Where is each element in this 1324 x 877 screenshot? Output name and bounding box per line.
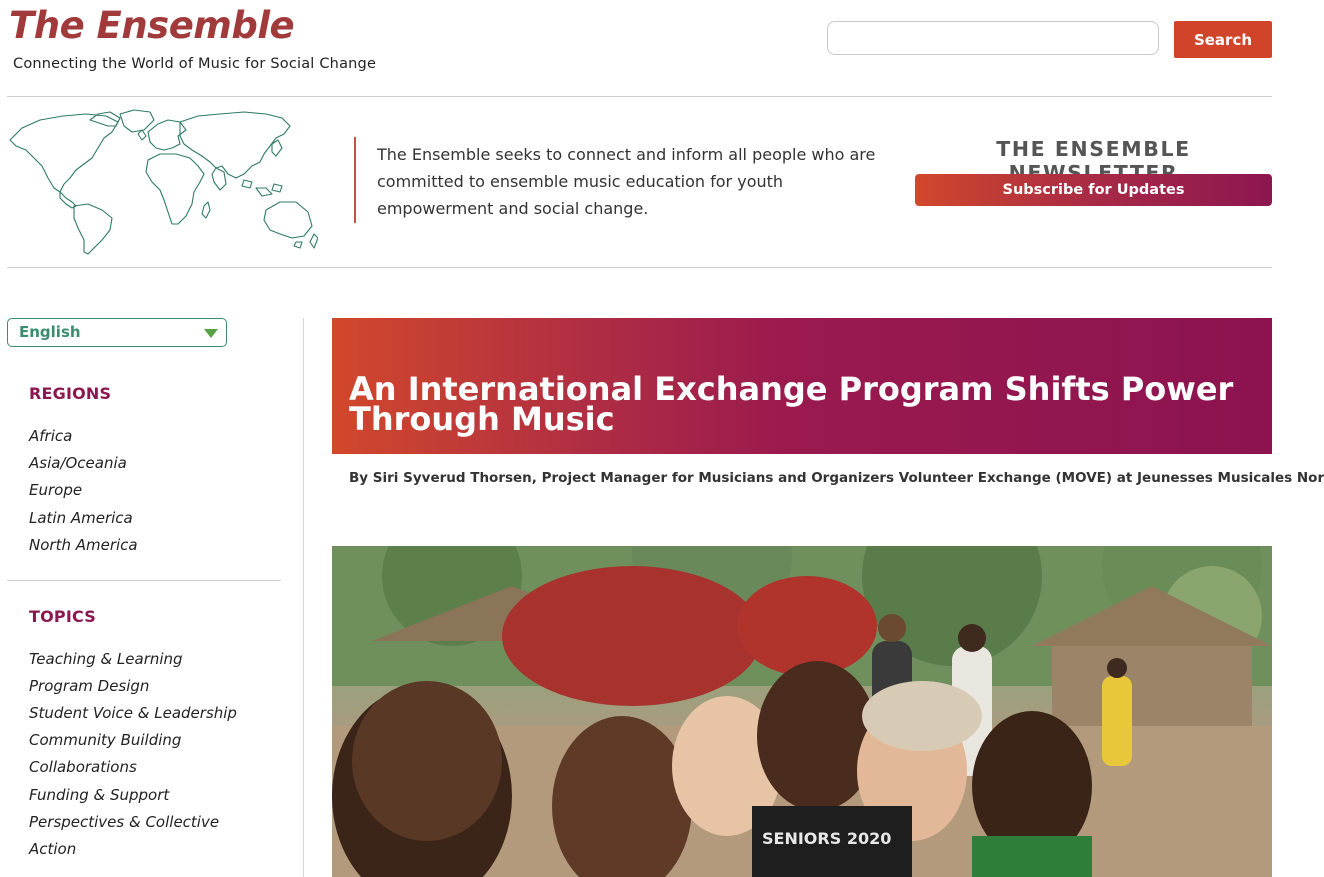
- regions-heading: REGIONS: [29, 384, 112, 403]
- region-link-europe[interactable]: Europe: [29, 480, 82, 500]
- topic-link-perspectives[interactable]: Perspectives & Collective: [29, 812, 219, 832]
- sidebar-divider: [7, 580, 281, 581]
- sidebar-vertical-divider: [303, 318, 304, 877]
- site-tagline: Connecting the World of Music for Social…: [13, 56, 377, 72]
- chevron-down-icon: [204, 329, 218, 338]
- world-map-icon: [9, 109, 318, 255]
- topic-link-program-design[interactable]: Program Design: [29, 676, 149, 696]
- article-title: An International Exchange Program Shifts…: [349, 370, 1234, 438]
- topic-link-teaching-learning[interactable]: Teaching & Learning: [29, 649, 183, 669]
- topics-heading: TOPICS: [29, 607, 96, 626]
- region-link-africa[interactable]: Africa: [29, 426, 72, 446]
- search-button[interactable]: Search: [1174, 21, 1272, 58]
- intro-text: The Ensemble seeks to connect and inform…: [377, 145, 876, 218]
- article-title-banner: An International Exchange Program Shifts…: [332, 318, 1272, 454]
- topic-link-community-building[interactable]: Community Building: [29, 730, 181, 750]
- topic-link-collaborations[interactable]: Collaborations: [29, 757, 137, 777]
- language-select[interactable]: English: [7, 318, 227, 347]
- article-byline: By Siri Syverud Thorsen, Project Manager…: [349, 470, 1324, 486]
- intro-divider-line: [7, 267, 1272, 268]
- topic-link-funding-support[interactable]: Funding & Support: [29, 785, 169, 805]
- article-hero-photo[interactable]: SENIORS 2020: [332, 546, 1272, 877]
- intro-divider: [354, 137, 356, 223]
- region-link-north-america[interactable]: North America: [29, 535, 138, 555]
- topic-link-perspectives-action[interactable]: Action: [29, 839, 76, 859]
- photo-illustration: SENIORS 2020: [332, 546, 1272, 877]
- topic-link-student-voice[interactable]: Student Voice & Leadership: [29, 703, 237, 723]
- region-link-latin-america[interactable]: Latin America: [29, 508, 133, 528]
- header-divider: [7, 96, 1272, 97]
- site-logo[interactable]: The Ensemble: [9, 4, 295, 48]
- language-selected-value: English: [19, 323, 81, 341]
- search-input[interactable]: [827, 21, 1159, 55]
- photo-shirt-text: SENIORS 2020: [762, 829, 891, 848]
- subscribe-button[interactable]: Subscribe for Updates: [915, 174, 1272, 206]
- region-link-asia-oceania[interactable]: Asia/Oceania: [29, 453, 127, 473]
